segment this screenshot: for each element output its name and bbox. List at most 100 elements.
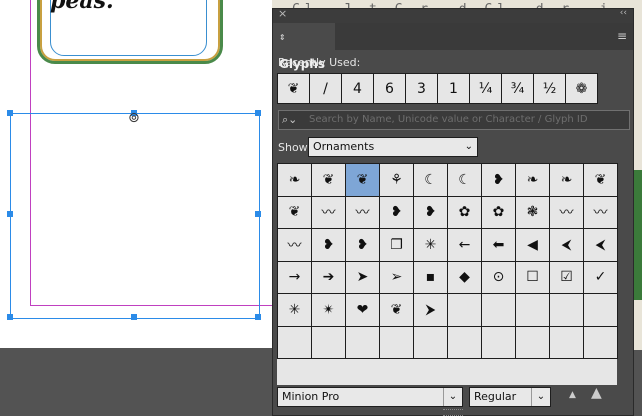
glyph-cell[interactable]: ❦ [345, 163, 380, 197]
glyph-cell[interactable]: ☑ [549, 260, 584, 294]
recent-glyph-cell[interactable]: ½ [533, 73, 566, 104]
glyph-cell[interactable]: ⚘ [379, 163, 414, 197]
document-canvas[interactable]: peas. ⊚ [0, 0, 272, 348]
recent-glyph-cell[interactable]: ¾ [501, 73, 534, 104]
glyph-cell[interactable] [345, 325, 380, 359]
glyph-cell[interactable]: ➤ [345, 260, 380, 294]
glyph-cell[interactable]: ❥ [311, 228, 346, 262]
glyph-cell[interactable] [481, 293, 516, 327]
recent-glyph-cell[interactable]: 6 [373, 73, 406, 104]
close-icon[interactable]: × [278, 7, 287, 20]
glyph-cell[interactable]: ✿ [481, 195, 516, 229]
glyph-cell[interactable]: ✴ [311, 293, 346, 327]
glyph-cell[interactable]: ✳ [277, 293, 312, 327]
glyph-cell[interactable]: ❥ [413, 195, 448, 229]
frame-text: peas. [50, 0, 114, 14]
recent-glyph-cell[interactable]: ❁ [565, 73, 598, 104]
show-label: Show: [278, 141, 311, 154]
handle-top-right[interactable] [255, 110, 261, 116]
handle-top-left[interactable] [7, 110, 13, 116]
glyph-cell[interactable]: ◆ [447, 260, 482, 294]
glyph-cell[interactable]: ▪ [413, 260, 448, 294]
font-style-select[interactable]: Regular ⌄ [469, 387, 551, 407]
glyph-search-input[interactable]: ⌕⌄ Search by Name, Unicode value or Char… [278, 110, 630, 130]
recent-glyph-cell[interactable]: 3 [405, 73, 438, 104]
panel-menu-icon[interactable]: ≡ [617, 29, 627, 43]
recent-glyph-cell[interactable]: ¼ [469, 73, 502, 104]
glyph-cell[interactable]: ❤ [345, 293, 380, 327]
glyph-cell[interactable]: ❥ [345, 228, 380, 262]
glyph-cell[interactable]: ☾ [413, 163, 448, 197]
glyph-cell[interactable] [515, 325, 550, 359]
glyph-cell[interactable] [447, 325, 482, 359]
handle-middle-left[interactable] [7, 211, 13, 217]
handle-bottom-middle[interactable] [131, 314, 137, 320]
recent-glyph-cell[interactable]: ❦ [277, 73, 310, 104]
glyph-cell[interactable]: ❥ [379, 195, 414, 229]
glyph-cell[interactable]: ❃ [515, 195, 550, 229]
glyph-cell[interactable]: ☐ [515, 260, 550, 294]
handle-bottom-right[interactable] [255, 314, 261, 320]
glyph-cell[interactable]: ❦ [583, 163, 618, 197]
glyph-cell[interactable]: ➔ [311, 260, 346, 294]
chevron-down-icon: ⌄ [443, 388, 462, 406]
glyph-cell[interactable]: ✿ [447, 195, 482, 229]
glyph-grid[interactable]: ❧ ❦ ❦ ⚘ ☾ ☾ ❥ ❧ ❧ ❦ ❦ 〰〰 ❥ ❥ ✿ ✿ ❃ 〰〰〰 ❥ ❥ ❐ ✳ ← ⬅ ◀ ⮜ ⮜ → ➔ ➤ ➢ ▪ ◆ ⊙ ☐ ☑ ✓… [277, 163, 618, 385]
glyph-cell[interactable] [379, 325, 414, 359]
updown-icon: ⇕ [279, 33, 286, 42]
recent-glyph-cell[interactable]: 1 [437, 73, 470, 104]
glyph-cell[interactable]: ⬅ [481, 228, 516, 262]
recently-used-label: Recently Used: [278, 56, 361, 69]
glyph-cell[interactable]: ← [447, 228, 482, 262]
glyph-cell[interactable] [583, 293, 618, 327]
resize-grip[interactable] [443, 409, 463, 416]
glyph-cell[interactable]: ⮞ [413, 293, 448, 327]
selection-box[interactable] [10, 113, 260, 319]
zoom-out-icon[interactable]: ▲ [569, 390, 576, 400]
anchor-icon[interactable]: ⊚ [128, 110, 140, 126]
collapse-icon[interactable]: ‹‹ [620, 8, 627, 18]
show-select[interactable]: Ornaments ⌄ [308, 137, 478, 157]
glyph-cell[interactable]: ❧ [549, 163, 584, 197]
glyph-cell[interactable]: ❦ [379, 293, 414, 327]
glyph-cell[interactable]: ◀ [515, 228, 550, 262]
recent-glyph-cell[interactable]: / [309, 73, 342, 104]
glyph-cell[interactable]: 〰 [277, 228, 312, 262]
glyph-cell[interactable] [277, 325, 312, 359]
glyph-cell[interactable]: ⊙ [481, 260, 516, 294]
glyphs-panel[interactable]: × ‹‹ ⇕ Glyphs ≡ Recently Used: ❦/4 6 3 1 ¼ ¾ ½… [272, 7, 634, 416]
glyph-cell[interactable]: ❦ [277, 195, 312, 229]
glyph-cell[interactable] [311, 325, 346, 359]
glyph-cell[interactable]: ⮜ [583, 228, 618, 262]
tab-glyphs[interactable]: ⇕ Glyphs [273, 23, 335, 71]
glyph-cell[interactable]: ❥ [481, 163, 516, 197]
glyph-cell[interactable]: 〰 [549, 195, 584, 229]
recent-glyph-cell[interactable]: 4 [341, 73, 374, 104]
font-family-select[interactable]: Minion Pro ⌄ [277, 387, 463, 407]
panel-titlebar[interactable]: × ‹‹ [273, 7, 633, 23]
glyph-cell[interactable] [481, 325, 516, 359]
glyph-cell[interactable]: ❦ [311, 163, 346, 197]
glyph-cell[interactable]: → [277, 260, 312, 294]
glyph-cell[interactable]: 〰 [583, 195, 618, 229]
glyph-cell[interactable] [549, 325, 584, 359]
glyph-cell[interactable]: ❧ [277, 163, 312, 197]
glyph-cell[interactable] [515, 293, 550, 327]
handle-middle-right[interactable] [255, 211, 261, 217]
glyph-cell[interactable]: 〰 [345, 195, 380, 229]
glyph-cell[interactable] [413, 325, 448, 359]
glyph-cell[interactable]: ☾ [447, 163, 482, 197]
glyph-cell[interactable]: ❧ [515, 163, 550, 197]
glyph-cell[interactable] [583, 325, 618, 359]
glyph-cell[interactable]: ✓ [583, 260, 618, 294]
glyph-cell[interactable] [549, 293, 584, 327]
glyph-cell[interactable]: ➢ [379, 260, 414, 294]
glyph-cell[interactable]: ✳ [413, 228, 448, 262]
glyph-cell[interactable]: ⮜ [549, 228, 584, 262]
glyph-cell[interactable] [447, 293, 482, 327]
glyph-cell[interactable]: ❐ [379, 228, 414, 262]
glyph-cell[interactable]: 〰 [311, 195, 346, 229]
handle-bottom-left[interactable] [7, 314, 13, 320]
zoom-in-icon[interactable]: ▲ [591, 385, 602, 401]
search-icon[interactable]: ⌕⌄ [282, 113, 297, 127]
